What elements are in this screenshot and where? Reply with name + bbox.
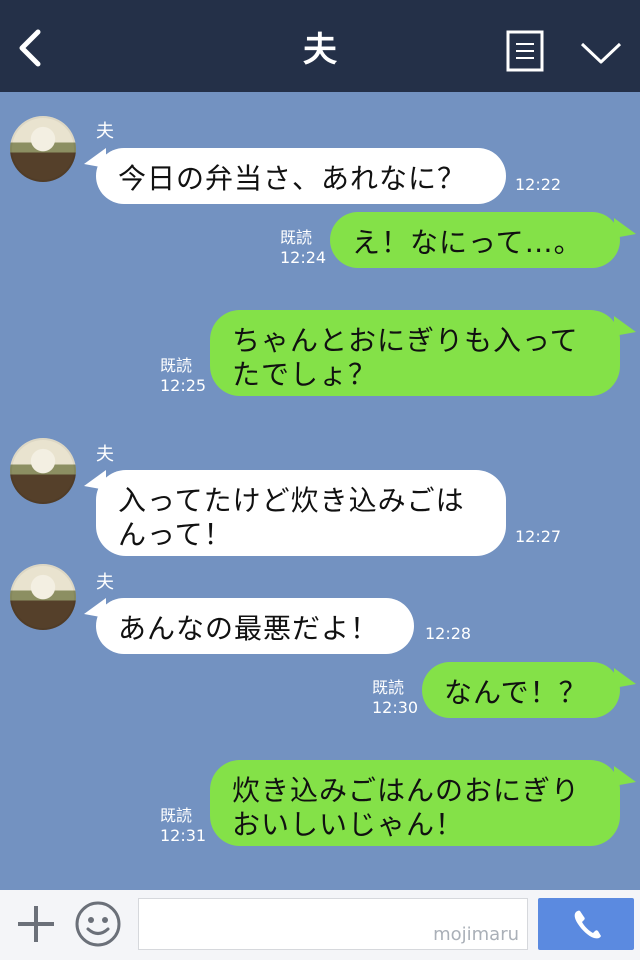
read-receipt: 既読 12:31 — [160, 806, 206, 846]
message-text-line: ちゃんとおにぎりも入って — [232, 324, 579, 357]
bubble-tail — [614, 668, 636, 688]
message-text-line: おいしいじゃん！ — [232, 808, 465, 841]
avatar[interactable] — [10, 438, 76, 504]
call-button[interactable] — [538, 898, 634, 950]
menu-button[interactable] — [506, 30, 544, 74]
message-time: 12:31 — [160, 826, 207, 845]
message-bubble[interactable]: 炊き込みごはんのおにぎり おいしいじゃん！ — [210, 760, 620, 846]
input-bar: mojimaru — [0, 890, 640, 960]
read-label: 既読 — [280, 228, 313, 247]
read-receipt: 既読 12:30 — [372, 678, 418, 718]
message-time: 12:30 — [372, 698, 419, 717]
read-receipt: 既読 12:24 — [280, 228, 326, 268]
expand-button[interactable] — [578, 36, 624, 70]
sender-name: 夫 — [96, 444, 114, 465]
message-text-line: たでしょ？ — [232, 358, 378, 391]
plus-icon — [18, 906, 54, 942]
phone-icon — [574, 910, 601, 939]
chat-title: 夫 — [303, 30, 337, 70]
sender-name: 夫 — [96, 121, 114, 142]
menu-icon — [506, 30, 544, 72]
add-button[interactable] — [14, 902, 58, 946]
avatar[interactable] — [10, 116, 76, 182]
message-bubble[interactable]: え！なにって…。 — [330, 212, 620, 268]
chevron-down-icon — [580, 42, 622, 64]
message-bubble[interactable]: 入ってたけど炊き込みごは んって！ — [96, 470, 506, 556]
message-text-line: 炊き込みごはんのおにぎり — [232, 774, 581, 807]
message-text: 今日の弁当さ、あれなに？ — [118, 162, 467, 195]
bubble-tail — [614, 218, 636, 238]
message-time: 12:28 — [425, 624, 472, 643]
message-text: え！なにって…。 — [352, 226, 583, 259]
chat-header: 夫 — [0, 0, 640, 92]
message-text: あんなの最悪だよ！ — [118, 612, 380, 645]
sender-name: 夫 — [96, 572, 114, 593]
message-bubble[interactable]: 今日の弁当さ、あれなに？ — [96, 148, 506, 204]
message-time: 12:24 — [280, 248, 327, 267]
bubble-tail — [614, 766, 636, 786]
message-text-line: んって！ — [118, 518, 233, 551]
read-label: 既読 — [160, 806, 193, 825]
read-label: 既読 — [372, 678, 405, 697]
message-bubble[interactable]: あんなの最悪だよ！ — [96, 598, 414, 654]
sticker-button[interactable] — [74, 900, 122, 948]
message-time: 12:22 — [515, 175, 562, 194]
message-text: なんで！？ — [444, 676, 588, 709]
read-receipt: 既読 12:25 — [160, 356, 206, 396]
message-bubble[interactable]: なんで！？ — [422, 662, 620, 718]
read-label: 既読 — [160, 356, 193, 375]
message-text-line: 入ってたけど炊き込みごは — [118, 484, 465, 517]
message-bubble[interactable]: ちゃんとおにぎりも入って たでしょ？ — [210, 310, 620, 396]
bubble-tail — [614, 316, 636, 336]
message-input[interactable]: mojimaru — [138, 898, 528, 950]
message-time: 12:25 — [160, 376, 207, 395]
message-time: 12:27 — [515, 527, 562, 546]
avatar[interactable] — [10, 564, 76, 630]
watermark-text: mojimaru — [433, 924, 519, 945]
smiley-icon — [75, 901, 121, 947]
